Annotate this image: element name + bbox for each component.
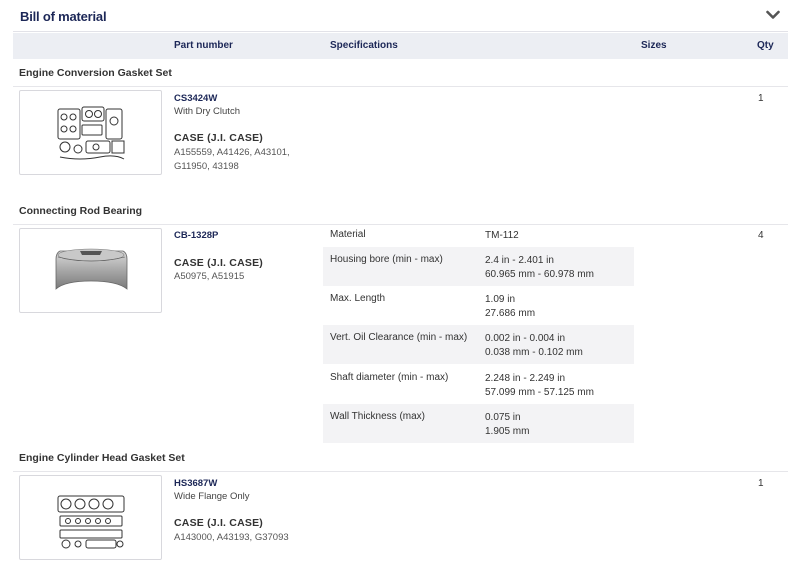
brand-name: CASE (J.I. CASE) xyxy=(174,517,263,529)
column-sizes: Sizes xyxy=(641,40,667,51)
column-part-number: Part number xyxy=(174,40,233,51)
brand-name: CASE (J.I. CASE) xyxy=(174,257,263,269)
column-header-row: Part number Specifications Sizes Qty xyxy=(13,33,788,59)
rod-bearing-image[interactable] xyxy=(19,228,162,313)
column-qty: Qty xyxy=(757,40,774,51)
column-specifications: Specifications xyxy=(330,40,398,51)
gasket-set-picture xyxy=(57,106,125,160)
gasket-set-picture xyxy=(57,495,125,549)
bearing-picture xyxy=(55,248,128,290)
quantity: 4 xyxy=(758,230,764,241)
spec-label: Material xyxy=(330,229,366,240)
conversion-gasket-set-image[interactable] xyxy=(19,90,162,175)
panel-title: Bill of material xyxy=(20,9,107,24)
part-description: With Dry Clutch xyxy=(174,106,240,117)
bill-of-material-panel: Bill of material Part number Specificati… xyxy=(13,0,788,569)
spec-row: Wall Thickness (max) 0.075 in 1.905 mm xyxy=(323,404,634,443)
part-number-link[interactable]: CS3424W xyxy=(174,93,217,104)
spec-row: Housing bore (min - max) 2.4 in - 2.401 … xyxy=(323,247,634,286)
spec-label: Shaft diameter (min - max) xyxy=(330,372,449,383)
spec-value: 0.002 in - 0.004 in 0.038 mm - 0.102 mm xyxy=(485,333,583,358)
quantity: 1 xyxy=(758,93,764,104)
spec-row: Vert. Oil Clearance (min - max) 0.002 in… xyxy=(323,325,634,364)
panel-header[interactable]: Bill of material xyxy=(13,0,788,32)
spec-label: Housing bore (min - max) xyxy=(330,254,443,265)
spec-row: Shaft diameter (min - max) 2.248 in - 2.… xyxy=(323,365,634,404)
quantity: 1 xyxy=(758,478,764,489)
spec-label: Max. Length xyxy=(330,293,386,304)
spec-value: 1.09 in 27.686 mm xyxy=(485,294,536,319)
part-number-link[interactable]: HS3687W xyxy=(174,478,217,489)
spec-label: Vert. Oil Clearance (min - max) xyxy=(330,332,468,343)
part-description: Wide Flange Only xyxy=(174,491,250,502)
spec-value: 2.4 in - 2.401 in 60.965 mm - 60.978 mm xyxy=(485,255,594,280)
cross-references: A143000, A43193, G37093 xyxy=(174,532,289,543)
spec-row: Max. Length 1.09 in 27.686 mm xyxy=(323,286,634,325)
brand-name: CASE (J.I. CASE) xyxy=(174,132,263,144)
group-header: Engine Conversion Gasket Set xyxy=(13,59,788,87)
spec-label: Wall Thickness (max) xyxy=(330,411,426,422)
group-header: Connecting Rod Bearing xyxy=(13,197,788,225)
group-title: Engine Cylinder Head Gasket Set xyxy=(19,452,185,464)
part-number-link[interactable]: CB-1328P xyxy=(174,230,218,241)
group-header: Engine Cylinder Head Gasket Set xyxy=(13,444,788,472)
cross-references: A155559, A41426, A43101, G11950, 43198 xyxy=(174,147,290,172)
spec-value: 0.075 in 1.905 mm xyxy=(485,412,530,437)
chevron-down-icon[interactable] xyxy=(766,10,780,20)
head-gasket-set-image[interactable] xyxy=(19,475,162,560)
cross-references: A50975, A51915 xyxy=(174,271,245,282)
group-title: Connecting Rod Bearing xyxy=(19,205,143,217)
spec-value: TM-112 xyxy=(485,230,519,241)
spec-value: 2.248 in - 2.249 in 57.099 mm - 57.125 mm xyxy=(485,373,594,398)
group-title: Engine Conversion Gasket Set xyxy=(19,67,172,79)
